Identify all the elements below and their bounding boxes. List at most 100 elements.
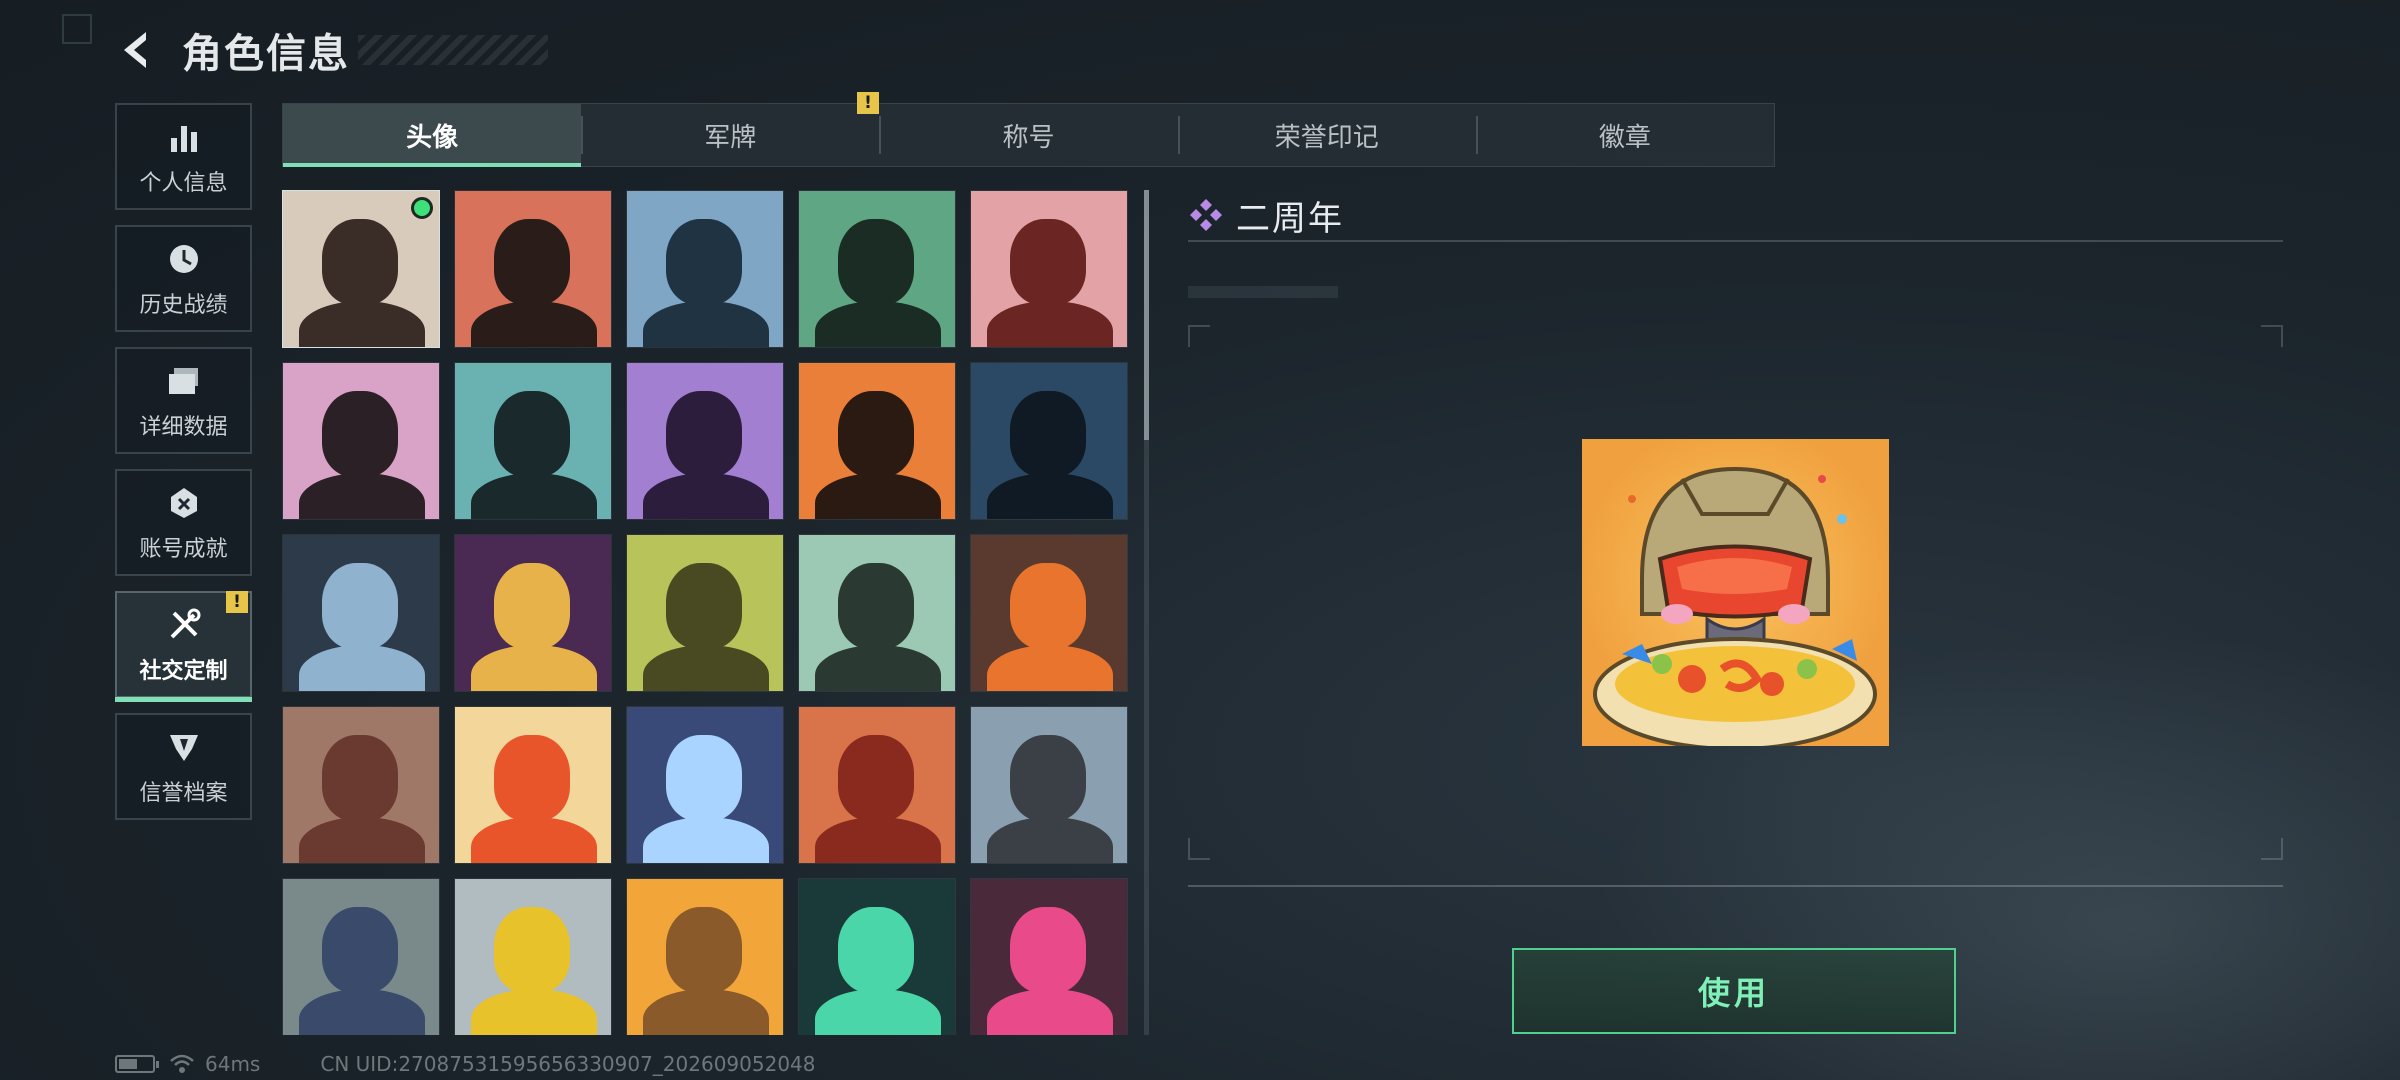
avatar-book-card[interactable] <box>454 534 612 692</box>
avatar-feather[interactable] <box>970 534 1128 692</box>
status-bar: 64ms CN UID:27087531595656330907_2026090… <box>115 1052 816 1076</box>
avatar-art <box>627 707 783 863</box>
avatar-cartoon-hero[interactable] <box>626 878 784 1035</box>
avatar-art <box>283 707 439 863</box>
avatar-figure-body <box>815 645 941 691</box>
page-title: 角色信息 <box>182 31 350 77</box>
nav-label: 信誉档案 <box>139 780 228 806</box>
bar-chart-icon <box>164 117 204 157</box>
avatar-alligator-sign[interactable] <box>454 878 612 1035</box>
nav-item-social-custom[interactable]: ! 社交定制 <box>115 591 252 702</box>
avatar-portrait-photo[interactable] <box>282 190 440 348</box>
avatar-figure-body <box>643 645 769 691</box>
tab-dog-tag[interactable]: 军牌 <box>581 104 879 166</box>
avatar-art <box>455 535 611 691</box>
anniversary-avatar-art <box>1593 466 1877 746</box>
avatar-figure-body <box>815 989 941 1035</box>
avatar-white-hair[interactable] <box>282 362 440 520</box>
avatar-figure-head <box>838 391 914 477</box>
avatar-hooded-rogue[interactable] <box>970 878 1128 1035</box>
warning-badge: ! <box>226 591 248 613</box>
avatar-green-headset[interactable] <box>798 190 956 348</box>
frame-corner <box>1188 325 1210 347</box>
avatar-figure-body <box>987 989 1113 1035</box>
avatar-art <box>971 363 1127 519</box>
nav-item-reputation[interactable]: 信誉档案 <box>115 713 252 820</box>
avatar-alan-walker[interactable] <box>798 878 956 1035</box>
avatar-art <box>627 879 783 1035</box>
avatar-figure-body <box>471 645 597 691</box>
avatar-art <box>455 879 611 1035</box>
avatar-purple-pilot[interactable] <box>626 362 784 520</box>
tools-icon <box>164 605 204 645</box>
reputation-icon <box>164 727 204 767</box>
avatar-archer[interactable] <box>282 878 440 1035</box>
frame-corner <box>1188 838 1210 860</box>
avatar-figure-body <box>815 473 941 519</box>
avatar-mountain-view[interactable] <box>970 706 1128 864</box>
avatar-art <box>627 535 783 691</box>
avatar-figure-head <box>322 563 398 649</box>
grid-scrollbar[interactable] <box>1144 190 1149 1035</box>
nav-item-history[interactable]: 历史战绩 <box>115 225 252 332</box>
avatar-fries-mascot[interactable] <box>454 706 612 864</box>
avatar-sniper-rifle[interactable] <box>282 534 440 692</box>
nav-label: 历史战绩 <box>139 292 228 318</box>
avatar-lightning-tech[interactable] <box>626 706 784 864</box>
avatar-art <box>455 707 611 863</box>
tab-honor-mark[interactable]: 荣誉印记 <box>1177 104 1476 166</box>
avatar-figure-body <box>643 473 769 519</box>
battery-icon <box>115 1055 159 1073</box>
avatar-figure-body <box>299 817 425 863</box>
title-decoration <box>358 35 548 65</box>
detail-divider <box>1188 885 2283 887</box>
avatar-masked-fighter[interactable] <box>798 362 956 520</box>
wifi-icon <box>170 1054 194 1073</box>
tab-title[interactable]: 称号 <box>879 104 1177 166</box>
nav-item-personal-info[interactable]: 个人信息 <box>115 103 252 210</box>
tab-badge[interactable]: 徽章 <box>1475 104 1774 166</box>
avatar-red-helmet[interactable] <box>970 190 1128 348</box>
avatar-art <box>971 707 1127 863</box>
avatar-art <box>799 191 955 347</box>
avatar-cap-soldier[interactable] <box>454 190 612 348</box>
scroll-thumb[interactable] <box>1144 190 1149 440</box>
ping-readout: 64ms <box>205 1052 261 1076</box>
header: 角色信息 <box>112 22 548 78</box>
tab-bar: 头像 军牌 称号 荣誉印记 徽章 <box>282 103 1775 167</box>
selected-avatar-preview <box>1582 439 1889 746</box>
nav-item-detailed-data[interactable]: 详细数据 <box>115 347 252 454</box>
avatar-figure-body <box>471 989 597 1035</box>
avatar-figure-head <box>666 391 742 477</box>
avatar-scales-emblem[interactable] <box>282 706 440 864</box>
avatar-figure-head <box>838 735 914 821</box>
tab-avatar[interactable]: 头像 <box>283 104 582 167</box>
avatar-art <box>627 363 783 519</box>
use-button[interactable]: 使用 <box>1512 948 1956 1034</box>
back-button[interactable] <box>112 26 160 74</box>
avatar-bearded-glasses[interactable] <box>454 362 612 520</box>
avatar-figure-head <box>322 735 398 821</box>
avatar-grid <box>282 190 1130 1035</box>
avatar-art <box>283 363 439 519</box>
avatar-exit-door[interactable] <box>626 534 784 692</box>
nav-item-achievements[interactable]: 账号成就 <box>115 469 252 576</box>
avatar-pilot-headset[interactable] <box>626 190 784 348</box>
avatar-figure-body <box>299 473 425 519</box>
use-button-label: 使用 <box>1697 974 1770 1012</box>
avatar-art <box>799 707 955 863</box>
detail-description <box>1188 286 1338 298</box>
tab-warning-badge: ! <box>857 92 879 114</box>
tab-label: 荣誉印记 <box>1274 122 1379 153</box>
nav-label: 社交定制 <box>139 658 228 684</box>
avatar-figure-head <box>838 907 914 993</box>
avatar-figure-body <box>299 301 425 347</box>
tab-label: 军牌 <box>704 122 757 153</box>
nav-label: 账号成就 <box>139 536 228 562</box>
avatar-night-gunner[interactable] <box>970 362 1128 520</box>
avatar-figure-head <box>322 391 398 477</box>
avatar-signpost[interactable] <box>798 534 956 692</box>
avatar-art <box>455 191 611 347</box>
avatar-redhead-woman[interactable] <box>798 706 956 864</box>
tab-label: 头像 <box>406 122 459 153</box>
